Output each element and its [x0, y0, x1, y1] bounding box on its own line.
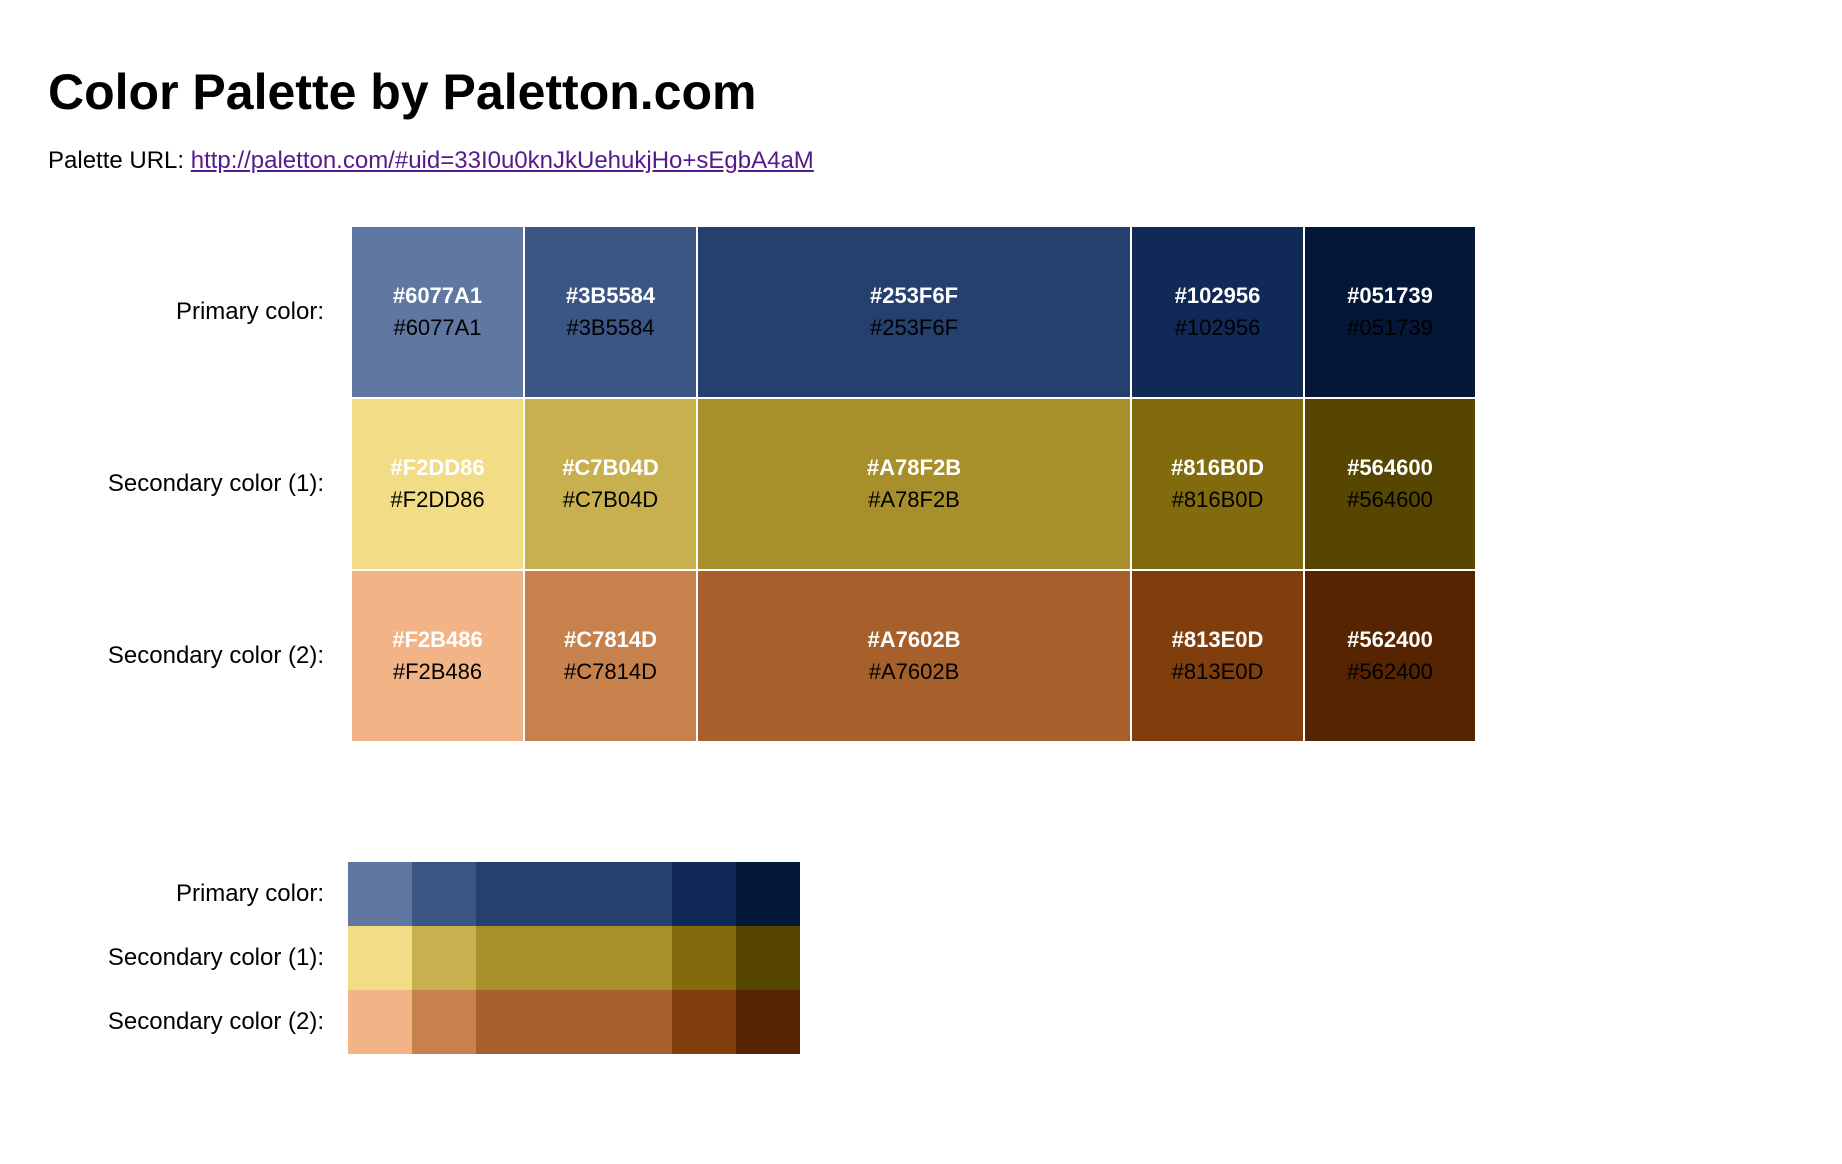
- mini-swatch: [412, 926, 476, 990]
- swatch: #253F6F #253F6F: [698, 227, 1130, 397]
- mini-swatch: [736, 990, 800, 1054]
- mini-swatch: [476, 990, 672, 1054]
- swatch-hex-light: #C7B04D: [562, 455, 659, 480]
- swatch-hex-light: #813E0D: [1171, 627, 1264, 652]
- swatch-hex-light: #253F6F: [869, 283, 959, 308]
- swatch: #A7602B #A7602B: [698, 571, 1130, 741]
- mini-swatch: [412, 990, 476, 1054]
- swatch-hex-light: #051739: [1347, 283, 1433, 308]
- swatch-hex-dark: #564600: [1347, 487, 1433, 512]
- swatch-hex-dark: #C7B04D: [562, 487, 659, 512]
- mini-swatch: [348, 926, 412, 990]
- swatch-hex-dark: #562400: [1347, 659, 1433, 684]
- mini-row-label-secondary-2: Secondary color (2):: [107, 1008, 324, 1035]
- swatch-hex-light: #564600: [1347, 455, 1433, 480]
- swatch: #562400 #562400: [1305, 571, 1475, 741]
- swatch: #F2B486 #F2B486: [352, 571, 523, 741]
- swatch-hex-dark: #051739: [1347, 315, 1433, 340]
- swatch-hex-light: #562400: [1347, 627, 1433, 652]
- swatch-hex-light: #816B0D: [1171, 455, 1264, 480]
- palette-url-line: Palette URL: http://paletton.com/#uid=33…: [48, 146, 814, 176]
- mini-swatch: [672, 990, 736, 1054]
- mini-swatch: [672, 926, 736, 990]
- swatch-hex-dark: #F2B486: [392, 659, 483, 684]
- palette-url-link[interactable]: http://paletton.com/#uid=33I0u0knJkUehuk…: [191, 147, 814, 174]
- swatch: #051739 #051739: [1305, 227, 1475, 397]
- swatch-hex-dark: #A7602B: [868, 659, 960, 684]
- swatch-hex-dark: #102956: [1174, 315, 1261, 340]
- swatch: #816B0D #816B0D: [1132, 399, 1303, 569]
- swatch-hex-light: #A78F2B: [866, 455, 962, 480]
- swatch: #813E0D #813E0D: [1132, 571, 1303, 741]
- swatch-hex-light: #3B5584: [565, 283, 656, 308]
- mini-row-label-primary: Primary color:: [175, 880, 324, 907]
- mini-swatch: [476, 862, 672, 926]
- mini-row-label-secondary-1: Secondary color (1):: [107, 944, 324, 971]
- mini-swatch: [348, 862, 412, 926]
- row-label-primary: Primary color:: [24, 227, 350, 397]
- row-label-secondary-1: Secondary color (1):: [24, 399, 350, 569]
- swatch: #102956 #102956: [1132, 227, 1303, 397]
- swatch-hex-light: #C7814D: [564, 627, 657, 652]
- swatch-hex-light: #F2B486: [392, 627, 483, 652]
- swatch: #564600 #564600: [1305, 399, 1475, 569]
- swatch-hex-light: #6077A1: [392, 283, 483, 308]
- swatch-hex-light: #A7602B: [867, 627, 961, 652]
- swatch-hex-dark: #C7814D: [564, 659, 657, 684]
- mini-swatch: [348, 990, 412, 1054]
- swatch-hex-dark: #6077A1: [393, 315, 482, 340]
- swatch: #C7814D #C7814D: [525, 571, 696, 741]
- swatch-hex-dark: #3B5584: [566, 315, 655, 340]
- page-title: Color Palette by Paletton.com: [48, 64, 757, 120]
- swatch-hex-dark: #F2DD86: [390, 487, 485, 512]
- mini-swatch: [736, 926, 800, 990]
- palette-swatch-table: Primary color: #6077A1 #6077A1 #3B5584 #…: [24, 227, 1475, 741]
- swatch-hex-light: #102956: [1174, 283, 1261, 308]
- swatch-hex-dark: #253F6F: [869, 315, 959, 340]
- swatch: #3B5584 #3B5584: [525, 227, 696, 397]
- swatch-hex-dark: #813E0D: [1171, 659, 1264, 684]
- swatch: #F2DD86 #F2DD86: [352, 399, 523, 569]
- mini-swatch: [412, 862, 476, 926]
- mini-palette-strip: Primary color: Secondary color (1): Seco…: [24, 862, 800, 1054]
- row-label-secondary-2: Secondary color (2):: [24, 571, 350, 741]
- mini-swatch: [476, 926, 672, 990]
- swatch: #6077A1 #6077A1: [352, 227, 523, 397]
- swatch-hex-dark: #816B0D: [1171, 487, 1264, 512]
- palette-url-label: Palette URL:: [48, 147, 191, 174]
- swatch-hex-light: #F2DD86: [390, 455, 485, 480]
- swatch: #C7B04D #C7B04D: [525, 399, 696, 569]
- mini-swatch: [736, 862, 800, 926]
- mini-swatch: [672, 862, 736, 926]
- swatch: #A78F2B #A78F2B: [698, 399, 1130, 569]
- swatch-hex-dark: #A78F2B: [868, 487, 960, 512]
